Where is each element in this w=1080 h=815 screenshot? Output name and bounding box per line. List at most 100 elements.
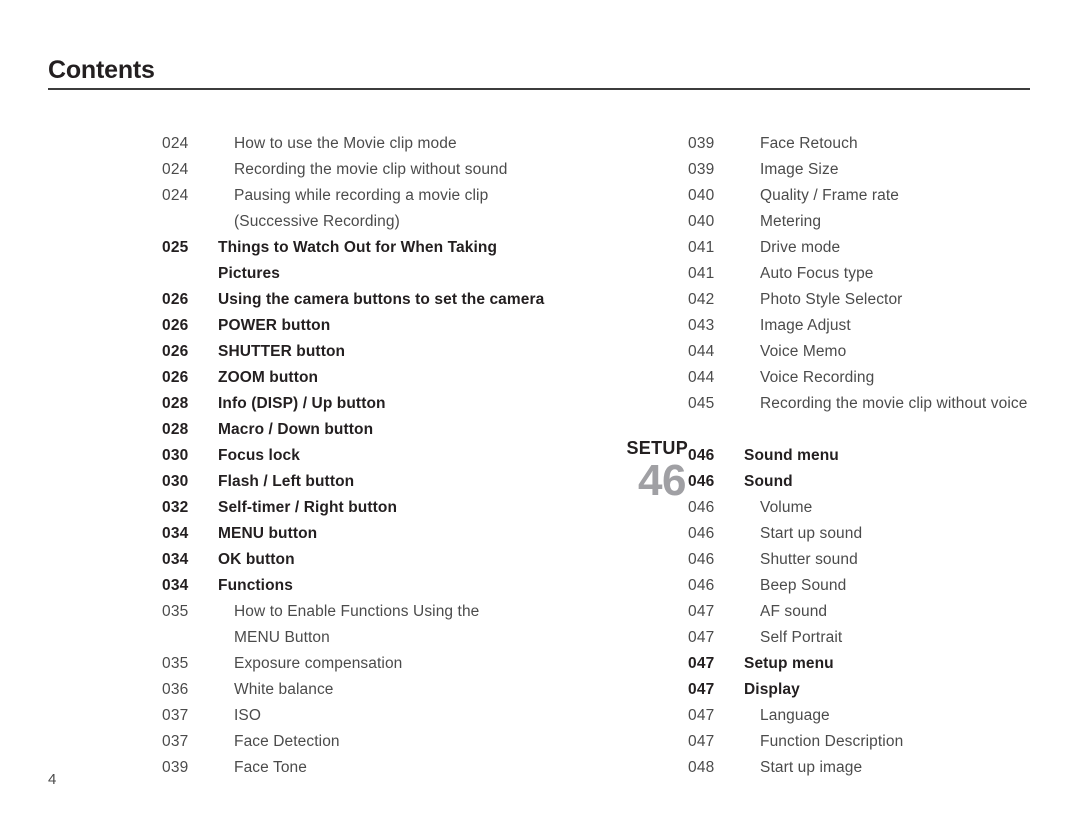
toc-entry-label: Using the camera buttons to set the came…: [218, 291, 545, 308]
toc-row[interactable]: 046 Beep Sound: [688, 573, 1080, 599]
toc-row[interactable]: 046 Shutter sound: [688, 547, 1080, 573]
toc-row[interactable]: 047 Display: [688, 677, 1080, 703]
toc-entry-label: Metering: [760, 213, 822, 230]
toc-row[interactable]: 039 Face Retouch: [688, 131, 1080, 157]
toc-entry-label: (Successive Recording): [234, 213, 400, 230]
toc-entry-label: MENU button: [218, 525, 318, 542]
toc-entry-label: White balance: [234, 681, 334, 698]
toc-row[interactable]: 034 Functions: [162, 573, 582, 599]
toc-row[interactable]: MENU Button: [162, 625, 582, 651]
toc-row[interactable]: 046 Sound menu: [688, 443, 1080, 469]
toc-entry-label: Focus lock: [218, 447, 300, 464]
toc-row[interactable]: 030 Flash / Left button: [162, 469, 582, 495]
toc-row[interactable]: 040 Quality / Frame rate: [688, 183, 1080, 209]
toc-row[interactable]: 047 Function Description: [688, 729, 1080, 755]
toc-page-number: 035: [162, 603, 189, 620]
toc-row[interactable]: 046 Sound: [688, 469, 1080, 495]
toc-entry-label: Quality / Frame rate: [760, 187, 899, 204]
toc-entry-label: Photo Style Selector: [760, 291, 903, 308]
toc-row[interactable]: 026 ZOOM button: [162, 365, 582, 391]
toc-entry-label: Image Adjust: [760, 317, 851, 334]
toc-entry-label: Flash / Left button: [218, 473, 355, 490]
toc-entry-label: How to use the Movie clip mode: [234, 135, 457, 152]
toc-row[interactable]: 034 MENU button: [162, 521, 582, 547]
toc-row[interactable]: 035 How to Enable Functions Using the: [162, 599, 582, 625]
toc-page-number: 040: [688, 187, 715, 204]
toc-row[interactable]: 048 Start up image: [688, 755, 1080, 781]
toc-row[interactable]: 026 SHUTTER button: [162, 339, 582, 365]
toc-row[interactable]: 034 OK button: [162, 547, 582, 573]
toc-row[interactable]: 028 Info (DISP) / Up button: [162, 391, 582, 417]
toc-row[interactable]: 040 Metering: [688, 209, 1080, 235]
toc-page-number: 047: [688, 681, 715, 698]
toc-row[interactable]: 026 POWER button: [162, 313, 582, 339]
toc-column-left: 024 How to use the Movie clip mode 024 Reco…: [162, 131, 582, 781]
page-header: Contents: [48, 56, 1030, 90]
toc-row[interactable]: 026 Using the camera buttons to set the c…: [162, 287, 582, 313]
toc-page-number: 047: [688, 655, 715, 672]
toc-row[interactable]: 025 Things to Watch Out for When Taking: [162, 235, 582, 261]
footer-page-number: 4: [48, 771, 57, 788]
toc-entry-label: How to Enable Functions Using the: [234, 603, 480, 620]
toc-row[interactable]: 044 Voice Recording: [688, 365, 1080, 391]
toc-page-number: 034: [162, 577, 189, 594]
toc-row[interactable]: 039 Image Size: [688, 157, 1080, 183]
toc-page-number: 034: [162, 551, 189, 568]
toc-row[interactable]: 036 White balance: [162, 677, 582, 703]
toc-page-number: 026: [162, 369, 189, 386]
toc-row[interactable]: 024 Pausing while recording a movie clip: [162, 183, 582, 209]
toc-page-number: 026: [162, 317, 189, 334]
toc-row[interactable]: (Successive Recording): [162, 209, 582, 235]
toc-row[interactable]: 032 Self-timer / Right button: [162, 495, 582, 521]
toc-row[interactable]: 047 Setup menu: [688, 651, 1080, 677]
toc-row[interactable]: 041 Drive mode: [688, 235, 1080, 261]
toc-row[interactable]: 044 Voice Memo: [688, 339, 1080, 365]
toc-page-number: 046: [688, 551, 715, 568]
toc-page-number: 039: [688, 135, 715, 152]
toc-entry-label: Things to Watch Out for When Taking: [218, 239, 498, 256]
toc-row[interactable]: 043 Image Adjust: [688, 313, 1080, 339]
toc-entry-label: Auto Focus type: [760, 265, 874, 282]
toc-entry-label: Start up sound: [760, 525, 863, 542]
toc-entry-label: Sound menu: [744, 447, 839, 464]
toc-row[interactable]: 028 Macro / Down button: [162, 417, 582, 443]
toc-entry-label: Functions: [218, 577, 293, 594]
toc-row[interactable]: 046 Start up sound: [688, 521, 1080, 547]
toc-row[interactable]: 041 Auto Focus type: [688, 261, 1080, 287]
toc-row[interactable]: 037 ISO: [162, 703, 582, 729]
toc-row[interactable]: 047 AF sound: [688, 599, 1080, 625]
toc-page-number: 046: [688, 447, 715, 464]
toc-entry-label: Face Tone: [234, 759, 307, 776]
toc-entry-label: POWER button: [218, 317, 331, 334]
toc-page-number: 047: [688, 707, 715, 724]
toc-row[interactable]: 045 Recording the movie clip without voic…: [688, 391, 1080, 417]
toc-entry-label: ISO: [234, 707, 262, 724]
toc-row[interactable]: 039 Face Tone: [162, 755, 582, 781]
toc-page-number: 046: [688, 525, 715, 542]
toc-page-number: 046: [688, 473, 715, 490]
toc-page-number: 047: [688, 629, 715, 646]
toc-page-number: 045: [688, 395, 715, 412]
toc-row[interactable]: 024 Recording the movie clip without soun…: [162, 157, 582, 183]
toc-row[interactable]: 047 Self Portrait: [688, 625, 1080, 651]
toc-entry-label: Voice Memo: [760, 343, 847, 360]
toc-row[interactable]: 047 Language: [688, 703, 1080, 729]
toc-page-number: 026: [162, 291, 189, 308]
toc-entry-label: Face Detection: [234, 733, 340, 750]
toc-row[interactable]: 046 Volume: [688, 495, 1080, 521]
toc-row[interactable]: 030 Focus lock: [162, 443, 582, 469]
toc-page-number: 041: [688, 239, 715, 256]
toc-page-number: 039: [162, 759, 189, 776]
toc-row[interactable]: 042 Photo Style Selector: [688, 287, 1080, 313]
toc-page-number: 046: [688, 499, 715, 516]
toc-page-number: 025: [162, 239, 189, 256]
toc-entry-label: Shutter sound: [760, 551, 858, 568]
toc-page-number: 040: [688, 213, 715, 230]
toc-row[interactable]: 037 Face Detection: [162, 729, 582, 755]
toc-page-number: 030: [162, 473, 189, 490]
toc-page-number: 026: [162, 343, 189, 360]
toc-entry-label: MENU Button: [234, 629, 330, 646]
toc-row[interactable]: 024 How to use the Movie clip mode: [162, 131, 582, 157]
toc-row[interactable]: 035 Exposure compensation: [162, 651, 582, 677]
toc-row[interactable]: Pictures: [162, 261, 582, 287]
